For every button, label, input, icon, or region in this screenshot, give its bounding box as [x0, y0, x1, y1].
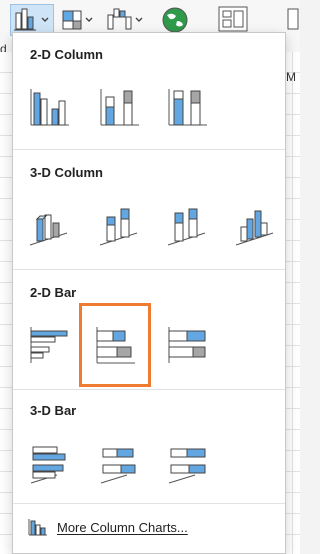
- insert-chart-dropdown: 2-D Column 3-D Column 2-D Bar 3-D Bar Mo…: [12, 32, 286, 554]
- percent-stacked-bar-icon: [168, 327, 206, 363]
- hierarchy-chart-icon: [62, 10, 93, 30]
- pivot-chart-icon: [218, 6, 248, 32]
- section-divider: [13, 269, 285, 270]
- ribbon-overflow: [286, 4, 300, 36]
- ribbon-edge-icon: [287, 8, 299, 30]
- section-title-2d-bar: 2-D Bar: [30, 285, 77, 300]
- section-divider: [13, 149, 285, 150]
- 3d-column-icon: [235, 210, 274, 246]
- column-chart-icon: [14, 8, 49, 31]
- waterfall-chart-icon: [107, 8, 143, 30]
- percent-stacked-bar-button[interactable]: [161, 319, 213, 371]
- section-title-2d-column: 2-D Column: [30, 47, 103, 62]
- more-column-charts-link[interactable]: More Column Charts...: [27, 517, 188, 537]
- more-column-charts-label: More Column Charts...: [57, 519, 188, 535]
- 3d-stacked-bar-button[interactable]: [93, 437, 145, 489]
- 3d-percent-stacked-bar-button[interactable]: [161, 437, 213, 489]
- stacked-bar-icon: [96, 327, 135, 364]
- clustered-bar-button[interactable]: [23, 319, 75, 371]
- 3d-clustered-bar-button[interactable]: [23, 437, 75, 489]
- percent-stacked-column-icon: [168, 89, 207, 126]
- section-divider: [13, 389, 285, 390]
- 3d-column-button[interactable]: [229, 201, 281, 253]
- 3d-percent-stacked-column-button[interactable]: [161, 201, 213, 253]
- section-divider: [13, 503, 285, 504]
- 3d-percent-stacked-column-icon: [167, 208, 206, 246]
- 3d-stacked-column-icon: [99, 208, 138, 246]
- stacked-column-icon: [100, 89, 139, 126]
- 3d-clustered-column-button[interactable]: [23, 201, 75, 253]
- 3d-percent-stacked-bar-icon: [168, 448, 206, 484]
- globe-icon: [162, 7, 188, 33]
- 3d-stacked-bar-icon: [100, 448, 136, 484]
- stacked-bar-button[interactable]: [79, 303, 151, 387]
- clustered-column-button[interactable]: [23, 81, 75, 133]
- section-title-3d-bar: 3-D Bar: [30, 403, 77, 418]
- 3d-clustered-column-icon: [29, 214, 68, 246]
- column-chart-small-icon: [28, 519, 47, 536]
- percent-stacked-column-button[interactable]: [161, 81, 213, 133]
- clustered-column-icon: [30, 89, 69, 126]
- clustered-bar-icon: [30, 327, 68, 363]
- 3d-clustered-bar-icon: [30, 446, 66, 484]
- section-title-3d-column: 3-D Column: [30, 165, 103, 180]
- 3d-stacked-column-button[interactable]: [93, 201, 145, 253]
- grid-column-line: [292, 52, 293, 554]
- stacked-column-button[interactable]: [93, 81, 145, 133]
- ribbon-group-label-right: M: [286, 70, 296, 84]
